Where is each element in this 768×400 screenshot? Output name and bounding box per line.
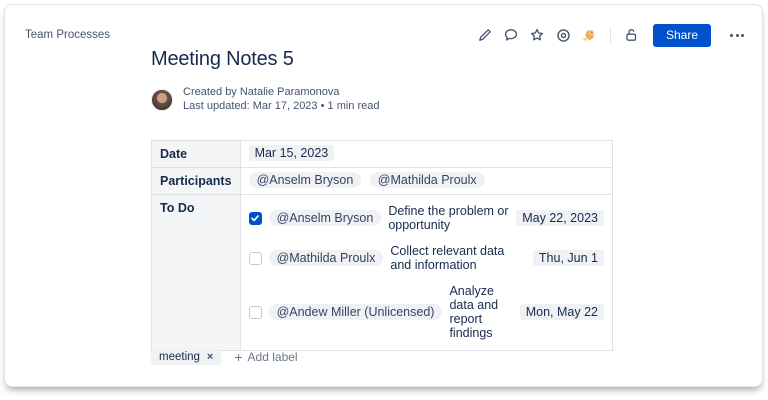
labels-row: meeting × + Add label <box>151 349 298 365</box>
task-text: Define the problem or opportunity <box>388 204 509 232</box>
task-checkbox[interactable] <box>249 306 262 319</box>
page-content: Meeting Notes 5 Created by Natalie Param… <box>151 48 621 351</box>
task-item: @Anselm Bryson Define the problem or opp… <box>249 204 604 232</box>
read-time: 1 min read <box>328 100 380 112</box>
todo-cell: @Anselm Bryson Define the problem or opp… <box>240 195 612 351</box>
mention-pill[interactable]: @Anselm Bryson <box>249 172 362 188</box>
date-cell: Mar 15, 2023 <box>240 141 612 168</box>
mention-pill[interactable]: @Mathilda Proulx <box>370 172 485 188</box>
due-date-lozenge[interactable]: Mon, May 22 <box>520 304 604 320</box>
row-header-date: Date <box>152 141 241 168</box>
toolbar: Share <box>477 24 748 47</box>
top-bar: Team Processes Share <box>25 21 748 49</box>
byline: Created by Natalie Paramonova Last updat… <box>151 86 621 113</box>
watch-icon[interactable] <box>555 27 572 44</box>
more-icon[interactable] <box>726 29 748 42</box>
task-item: @Andew Miller (Unlicensed) Analyze data … <box>249 284 604 340</box>
task-item: @Mathilda Proulx Collect relevant data a… <box>249 244 604 272</box>
created-by: Created by Natalie Paramonova <box>183 86 380 100</box>
row-header-participants: Participants <box>152 168 241 195</box>
page-title: Meeting Notes 5 <box>151 48 621 71</box>
star-icon[interactable] <box>529 27 546 44</box>
table-row-todo: To Do @Anselm Bryson Define the problem … <box>152 195 613 351</box>
share-button[interactable]: Share <box>653 24 711 47</box>
task-text: Collect relevant data and information <box>390 244 526 272</box>
table-row-participants: Participants @Anselm Bryson @Mathilda Pr… <box>152 168 613 195</box>
row-header-todo: To Do <box>152 195 241 351</box>
byline-text: Created by Natalie Paramonova Last updat… <box>183 86 380 113</box>
comment-icon[interactable] <box>503 27 520 44</box>
emoji-icon[interactable] <box>581 27 598 44</box>
assignee-pill[interactable]: @Mathilda Proulx <box>269 250 384 266</box>
remove-label-icon[interactable]: × <box>207 351 213 363</box>
table-row-date: Date Mar 15, 2023 <box>152 141 613 168</box>
date-lozenge[interactable]: Mar 15, 2023 <box>249 145 335 161</box>
assignee-pill[interactable]: @Andew Miller (Unlicensed) <box>269 304 443 320</box>
task-checkbox[interactable] <box>249 212 262 225</box>
add-label-text: Add label <box>248 350 298 364</box>
meeting-notes-table: Date Mar 15, 2023 Participants @Anselm B… <box>151 140 613 351</box>
byline-separator: • <box>321 100 325 112</box>
participants-cell: @Anselm Bryson @Mathilda Proulx <box>240 168 612 195</box>
task-checkbox[interactable] <box>249 252 262 265</box>
assignee-pill[interactable]: @Anselm Bryson <box>269 210 382 226</box>
plus-icon: + <box>234 349 242 365</box>
check-icon <box>250 213 260 223</box>
author-avatar[interactable] <box>151 89 173 111</box>
page-card: Team Processes Share <box>4 4 763 387</box>
label-text: meeting <box>159 351 200 363</box>
breadcrumb[interactable]: Team Processes <box>25 29 110 41</box>
edit-icon[interactable] <box>477 27 494 44</box>
due-date-lozenge[interactable]: Thu, Jun 1 <box>533 250 604 266</box>
toolbar-divider <box>610 27 611 43</box>
last-updated: Last updated: Mar 17, 2023 • 1 min read <box>183 100 380 114</box>
due-date-lozenge[interactable]: May 22, 2023 <box>516 210 604 226</box>
task-text: Analyze data and report findings <box>449 284 512 340</box>
add-label-button[interactable]: + Add label <box>234 349 297 365</box>
unlock-icon[interactable] <box>623 27 640 44</box>
label-chip-meeting[interactable]: meeting × <box>151 349 221 365</box>
